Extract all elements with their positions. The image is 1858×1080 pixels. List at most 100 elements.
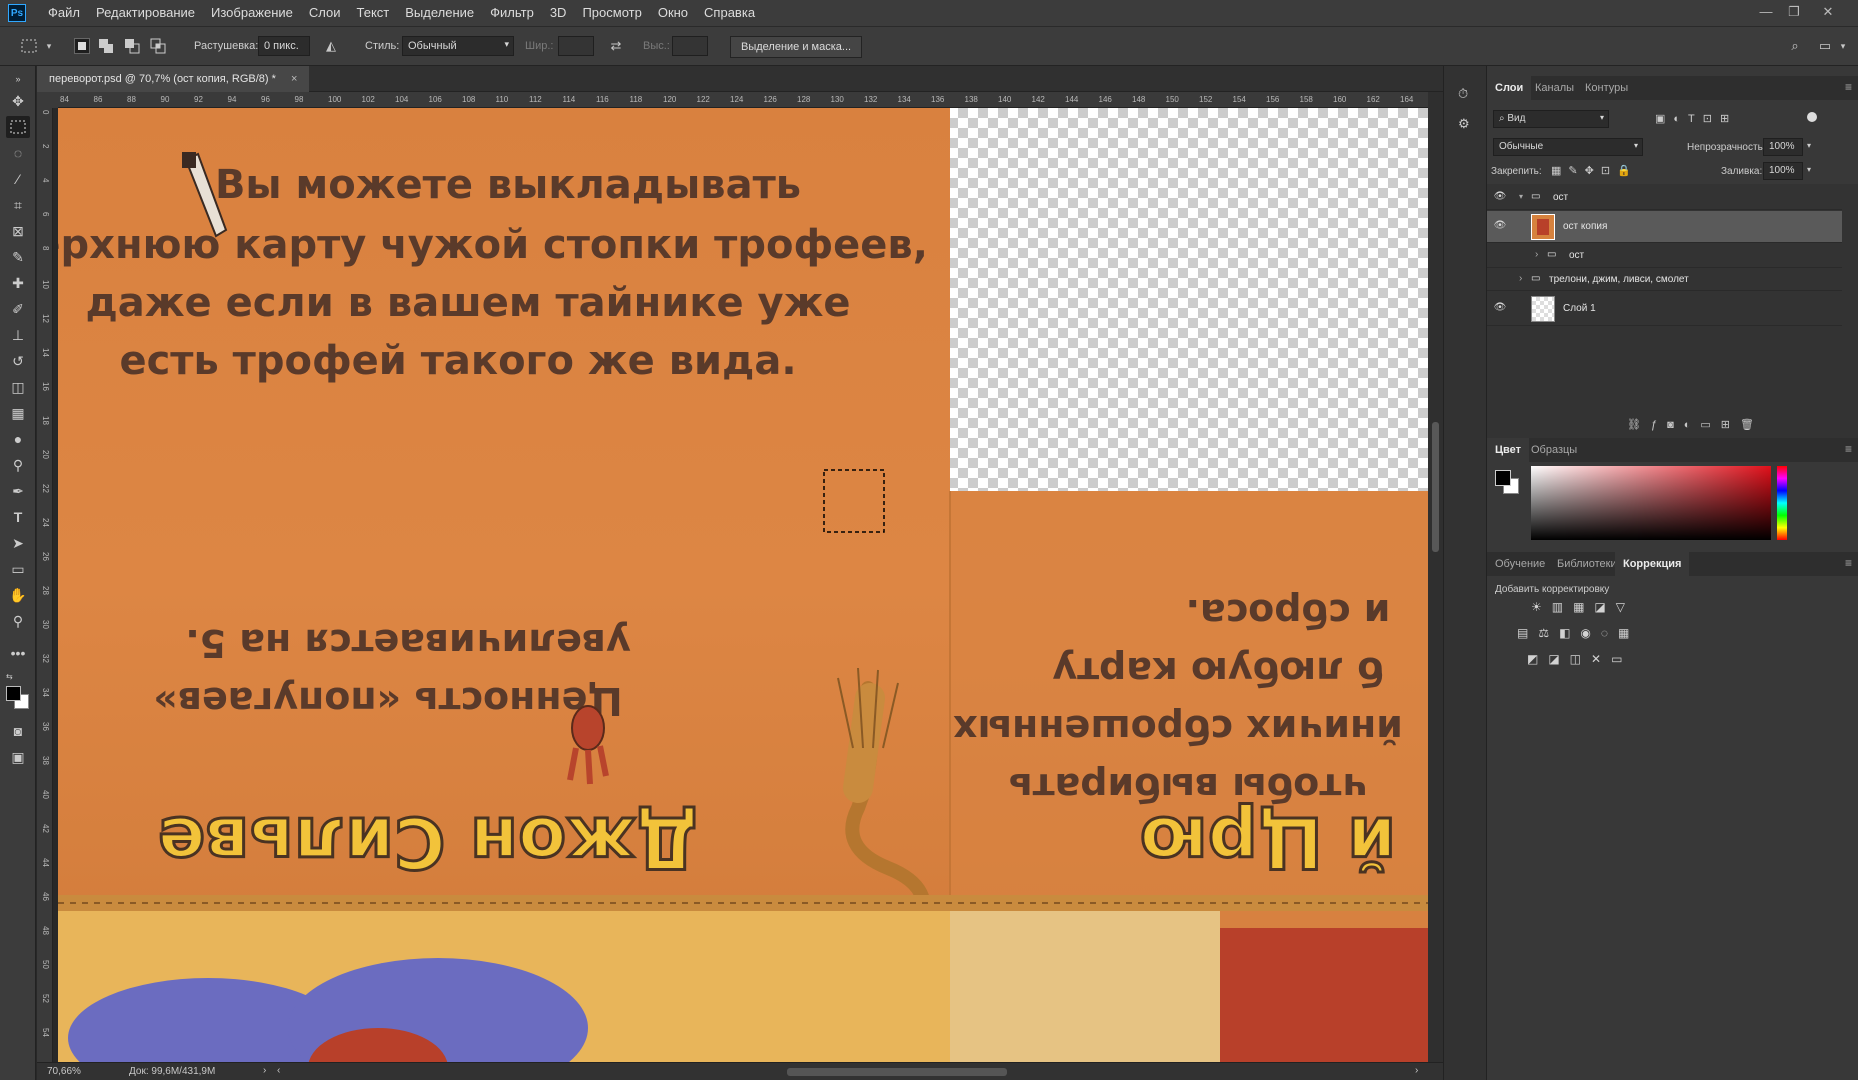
menu-image[interactable]: Изображение xyxy=(203,0,301,26)
color-field[interactable] xyxy=(1531,466,1771,540)
chevron-down-icon[interactable]: ▾ xyxy=(1519,192,1523,201)
rectangle-tool-icon[interactable]: ▭ xyxy=(6,558,30,580)
lasso-tool-icon[interactable]: ◌ xyxy=(6,142,30,164)
layer-group-ost[interactable]: 👁 ▾ ▭ ост xyxy=(1487,186,1842,210)
zoom-tool-icon[interactable]: ⚲ xyxy=(6,610,30,632)
tab-channels[interactable]: Каналы xyxy=(1527,76,1582,100)
more-tools-icon[interactable]: ••• xyxy=(6,642,30,664)
move-tool-icon[interactable]: ✥ xyxy=(6,90,30,112)
horizontal-scroll-thumb[interactable] xyxy=(787,1068,1007,1076)
scroll-left-icon[interactable]: ‹ xyxy=(277,1065,280,1076)
layer-ost-copy[interactable]: 👁 ост копия xyxy=(1487,211,1842,243)
menu-type[interactable]: Текст xyxy=(349,0,398,26)
scroll-right-icon[interactable]: › xyxy=(1415,1065,1418,1076)
menu-filter[interactable]: Фильтр xyxy=(482,0,542,26)
chevron-down-icon[interactable]: ▾ xyxy=(1834,37,1852,55)
type-tool-icon[interactable]: T xyxy=(6,506,30,528)
document-canvas[interactable]: Вы можете выкладывать верхнюю карту чужо… xyxy=(58,108,1428,1062)
feather-input[interactable]: 0 пикс. xyxy=(258,36,310,56)
layer-group-trelawney[interactable]: › ▭ трелони, джим, ливси, смолет xyxy=(1487,269,1842,291)
color-foreground-swatch[interactable] xyxy=(1495,470,1511,486)
style-select[interactable]: Обычный ▾ xyxy=(402,36,514,56)
pen-tool-icon[interactable]: ✒ xyxy=(6,480,30,502)
eye-icon[interactable]: 👁 xyxy=(1493,191,1507,205)
eyedropper-tool-icon[interactable]: ✎ xyxy=(6,246,30,268)
layer-filter-icons[interactable]: ▣◐T⊡⊞ xyxy=(1655,112,1737,125)
adjustment-icons-row-1[interactable]: ☀▥▦◪▽ xyxy=(1531,600,1635,614)
path-selection-tool-icon[interactable]: ➤ xyxy=(6,532,30,554)
add-selection-icon[interactable] xyxy=(98,38,114,54)
subtract-selection-icon[interactable] xyxy=(124,38,140,54)
menu-3d[interactable]: 3D xyxy=(542,0,575,26)
workspace-icon[interactable]: ▭ xyxy=(1816,37,1834,55)
frame-tool-icon[interactable]: ⊠ xyxy=(6,220,30,242)
dodge-tool-icon[interactable]: ⚲ xyxy=(6,454,30,476)
tab-adjustments[interactable]: Коррекция xyxy=(1615,552,1690,576)
crop-tool-icon[interactable]: ⌗ xyxy=(6,194,30,216)
layer-1[interactable]: 👁 Слой 1 xyxy=(1487,292,1842,326)
properties-panel-icon[interactable]: ⚙ xyxy=(1458,116,1474,132)
eye-icon[interactable]: 👁 xyxy=(1493,302,1507,316)
history-panel-icon[interactable]: ⏱ xyxy=(1458,86,1474,102)
chevron-right-icon[interactable]: › xyxy=(1535,249,1538,260)
search-icon[interactable]: ⌕ xyxy=(1786,37,1804,55)
swap-dimensions-icon[interactable]: ⇄ xyxy=(607,37,625,55)
menu-help[interactable]: Справка xyxy=(696,0,763,26)
clone-stamp-tool-icon[interactable]: ⊥ xyxy=(6,324,30,346)
vertical-scroll-thumb[interactable] xyxy=(1432,422,1439,552)
tab-learn[interactable]: Обучение xyxy=(1487,552,1553,576)
minimize-icon[interactable]: — xyxy=(1752,0,1780,26)
collapse-toolbar-icon[interactable]: » xyxy=(6,68,30,90)
adjustment-icons-row-3[interactable]: ◩◪◫✕▭ xyxy=(1527,652,1632,666)
width-input[interactable] xyxy=(558,36,594,56)
layer-group-ost-inner[interactable]: › ▭ ост xyxy=(1487,244,1842,268)
chevron-right-icon[interactable]: › xyxy=(263,1065,266,1076)
chevron-down-icon[interactable]: ▾ xyxy=(40,37,58,55)
brush-tool-icon[interactable]: ✐ xyxy=(6,298,30,320)
blur-tool-icon[interactable]: ● xyxy=(6,428,30,450)
select-and-mask-button[interactable]: Выделение и маска... xyxy=(730,36,863,58)
layer-action-icons[interactable]: ⛓ƒ◙◐▭⊞🗑 xyxy=(1627,418,1764,431)
close-icon[interactable]: × xyxy=(291,73,297,85)
new-selection-icon[interactable] xyxy=(74,38,90,54)
marquee-tool-preset-icon[interactable] xyxy=(20,37,38,55)
menu-select[interactable]: Выделение xyxy=(397,0,482,26)
blend-mode-select[interactable]: Обычные ▾ xyxy=(1493,138,1643,156)
intersect-selection-icon[interactable] xyxy=(150,38,166,54)
fill-input[interactable]: 100% xyxy=(1763,162,1803,180)
tab-layers[interactable]: Слои xyxy=(1487,76,1532,100)
restore-icon[interactable]: ❐ xyxy=(1780,0,1808,26)
adjustment-icons-row-2[interactable]: ▤⚖◧◉◌▦ xyxy=(1517,626,1639,640)
history-brush-tool-icon[interactable]: ↺ xyxy=(6,350,30,372)
close-window-icon[interactable]: ✕ xyxy=(1814,0,1842,26)
menu-layers[interactable]: Слои xyxy=(301,0,349,26)
tab-paths[interactable]: Контуры xyxy=(1577,76,1636,100)
eraser-tool-icon[interactable]: ◫ xyxy=(6,376,30,398)
filter-toggle-icon[interactable] xyxy=(1807,112,1817,122)
menu-view[interactable]: Просмотр xyxy=(574,0,649,26)
quick-mask-icon[interactable]: ◙ xyxy=(6,720,30,742)
panel-menu-icon[interactable]: ≡ xyxy=(1845,442,1852,456)
rectangular-marquee-tool-icon[interactable] xyxy=(6,116,30,138)
panel-menu-icon[interactable]: ≡ xyxy=(1845,556,1852,570)
menu-window[interactable]: Окно xyxy=(650,0,696,26)
healing-brush-tool-icon[interactable]: ✚ xyxy=(6,272,30,294)
tab-swatches[interactable]: Образцы xyxy=(1523,438,1585,462)
magic-wand-tool-icon[interactable]: ⁄ xyxy=(6,168,30,190)
panel-menu-icon[interactable]: ≡ xyxy=(1845,80,1852,94)
opacity-input[interactable]: 100% xyxy=(1763,138,1803,156)
menu-file[interactable]: Файл xyxy=(40,0,88,26)
gradient-tool-icon[interactable]: ▦ xyxy=(6,402,30,424)
anti-alias-icon[interactable]: ◭ xyxy=(322,37,340,55)
screen-mode-icon[interactable]: ▣ xyxy=(6,746,30,768)
chevron-down-icon[interactable]: ▾ xyxy=(1807,165,1811,174)
menu-edit[interactable]: Редактирование xyxy=(88,0,203,26)
hand-tool-icon[interactable]: ✋ xyxy=(6,584,30,606)
lock-icons[interactable]: ▦✎✥⊡🔒 xyxy=(1551,164,1638,177)
swap-colors-icon[interactable]: ⇆ xyxy=(6,672,30,682)
document-tab[interactable]: переворот.psd @ 70,7% (ост копия, RGB/8)… xyxy=(37,66,310,92)
zoom-level[interactable]: 70,66% xyxy=(47,1066,81,1077)
tab-libraries[interactable]: Библиотеки xyxy=(1549,552,1625,576)
eye-icon[interactable]: 👁 xyxy=(1493,220,1507,234)
foreground-color-swatch[interactable] xyxy=(6,686,21,701)
